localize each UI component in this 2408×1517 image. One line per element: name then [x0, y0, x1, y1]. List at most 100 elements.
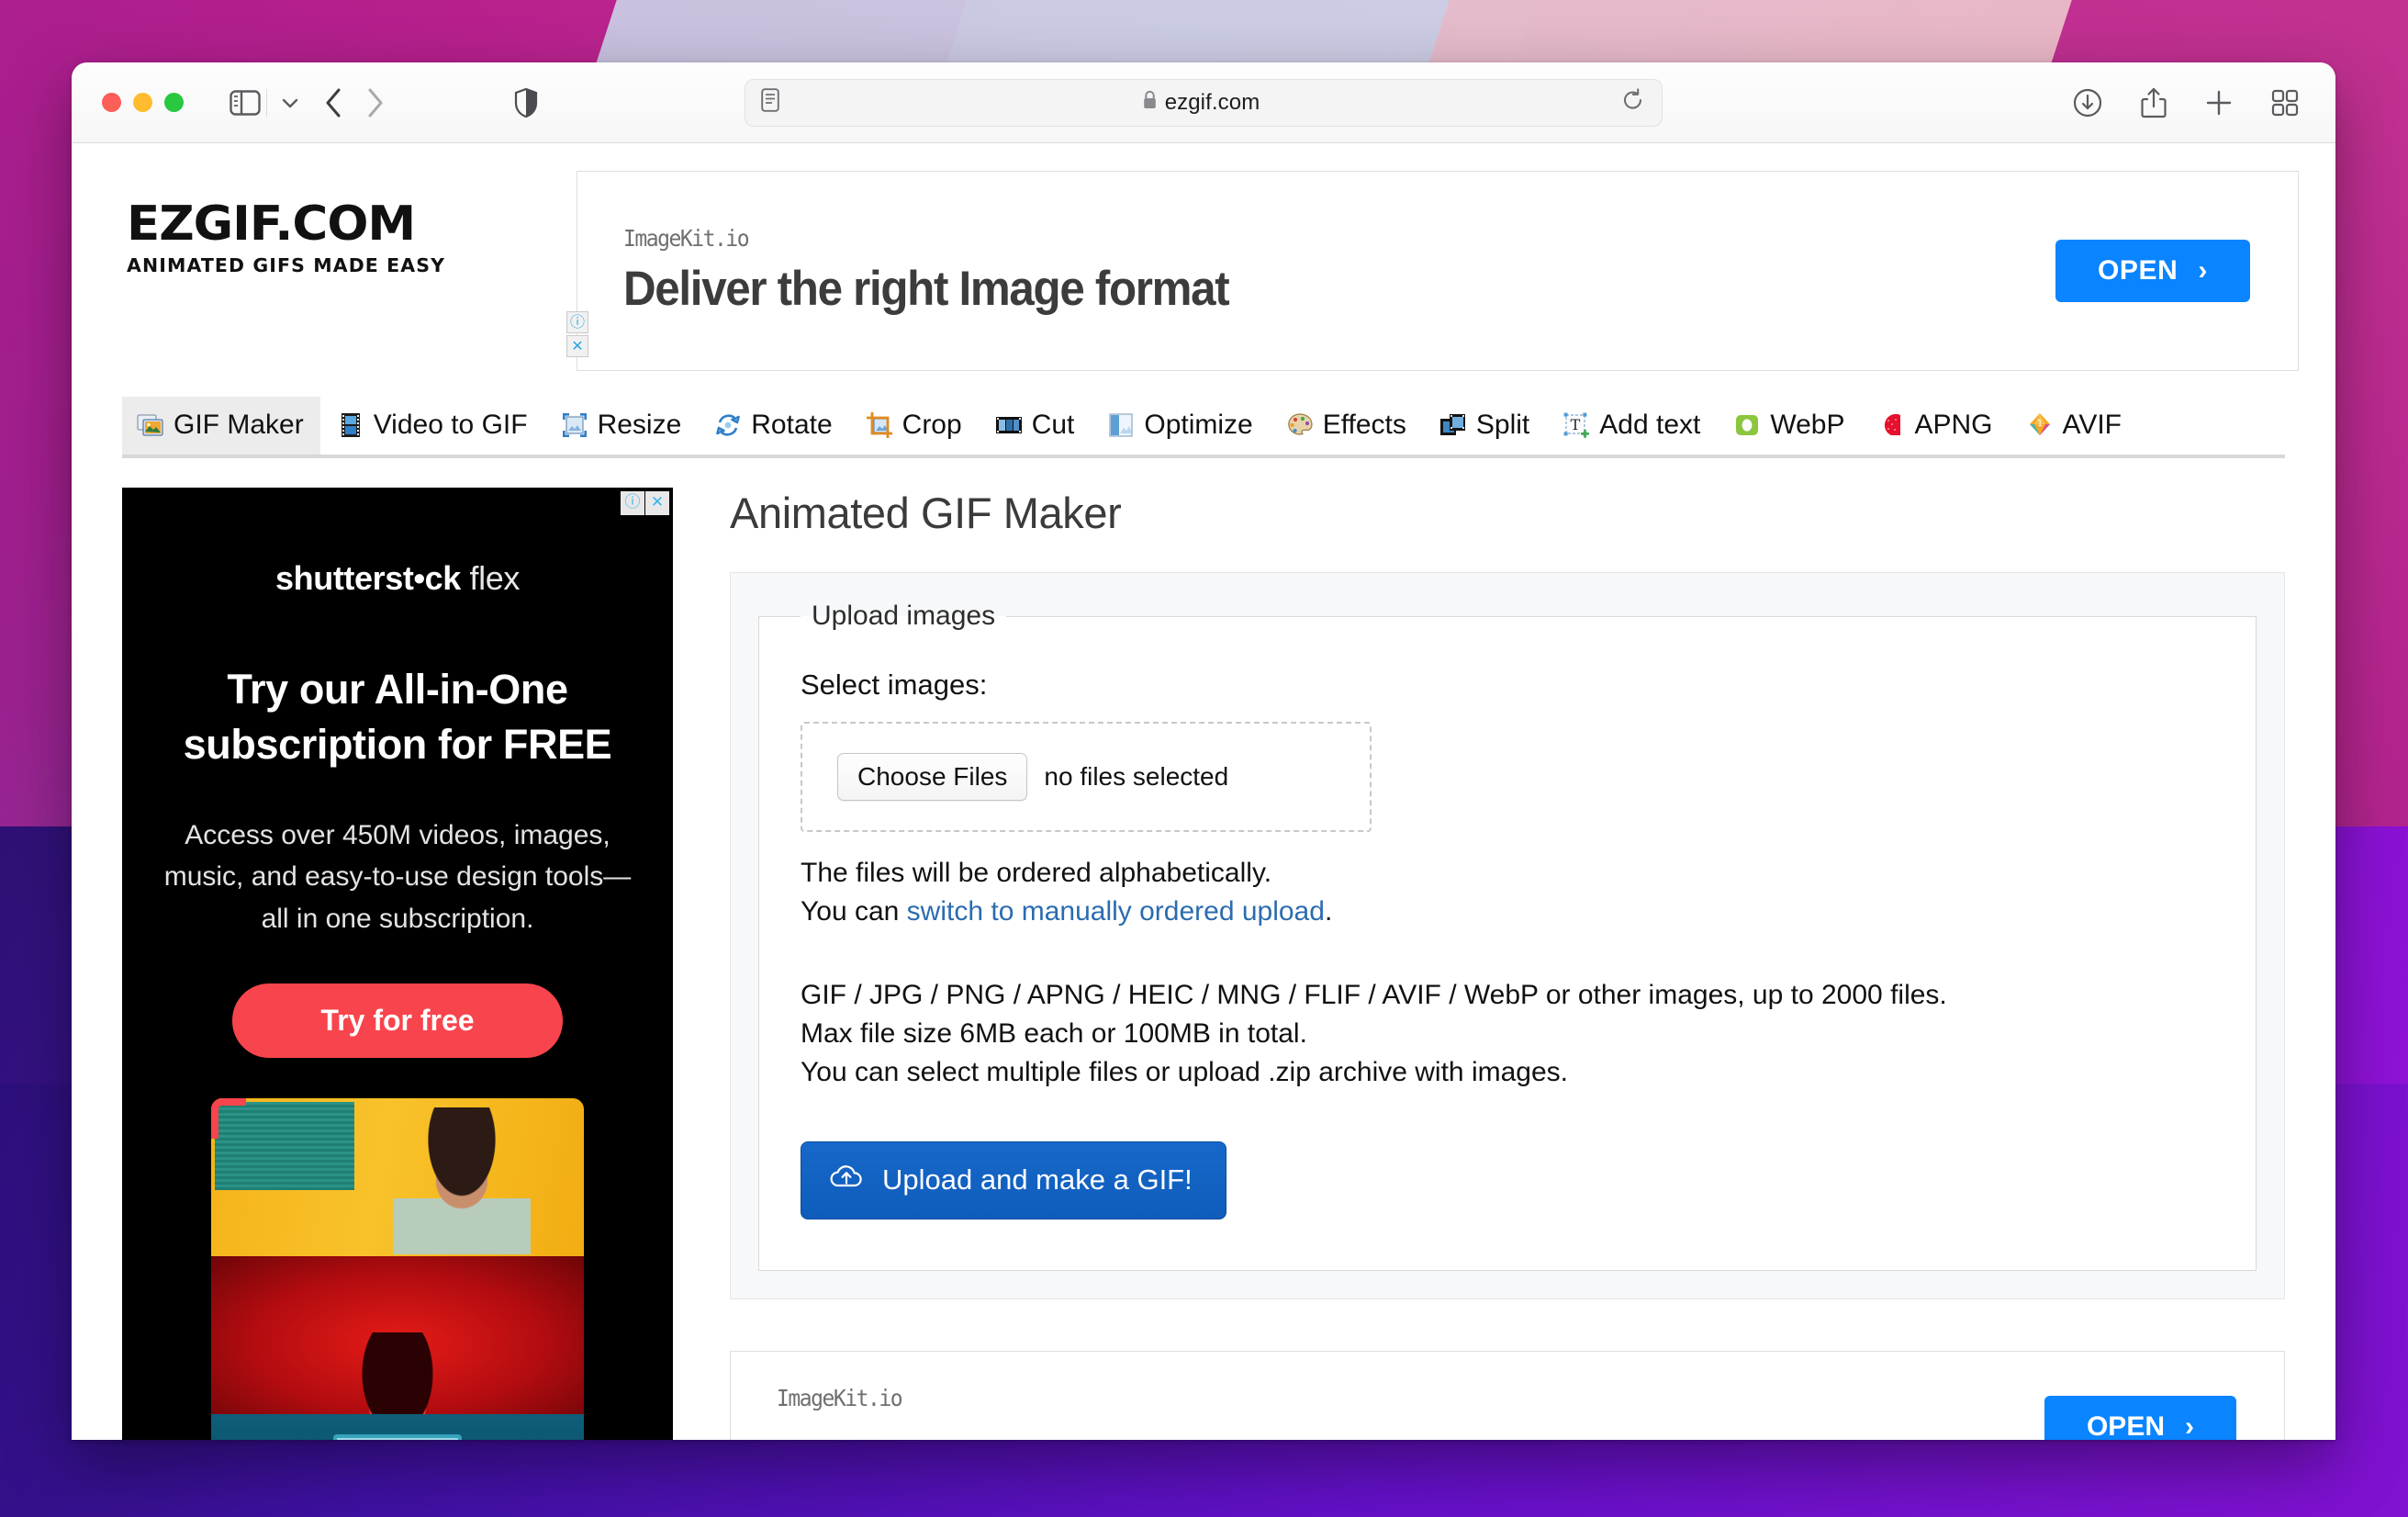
manual-order-link[interactable]: switch to manually ordered upload: [907, 896, 1325, 927]
tab-cut[interactable]: Cut: [980, 397, 1092, 455]
tab-webp[interactable]: WebP: [1719, 397, 1861, 455]
bottom-ad-text: ImageKit.io: [731, 1352, 2044, 1411]
sidebar-ad[interactable]: ⓘ ✕ shutterst•ck flex Try our All-in-One…: [122, 488, 673, 1440]
forward-arrow-icon[interactable]: [365, 87, 386, 118]
tab-label: Crop: [902, 410, 962, 440]
sidebar-ad-brand-primary: shutterst•ck: [275, 559, 461, 597]
toolbar-divider: [266, 88, 267, 117]
tab-avif[interactable]: 1 AVIF: [2011, 397, 2138, 455]
tab-split[interactable]: Split: [1425, 397, 1546, 455]
sidebar-ad-brand-secondary: flex: [469, 559, 521, 597]
tab-optimize[interactable]: Optimize: [1092, 397, 1269, 455]
downloads-icon[interactable]: [2073, 88, 2102, 118]
close-window-button[interactable]: [102, 93, 121, 112]
upload-legend: Upload images: [812, 601, 996, 631]
ordering-prefix: You can: [801, 896, 907, 927]
svg-text:T: T: [1571, 416, 1581, 433]
apng-icon: [1878, 411, 1906, 439]
optimize-icon: [1107, 411, 1135, 439]
bottom-ad-banner[interactable]: ImageKit.io OPEN ›: [730, 1351, 2285, 1440]
ad-info-icon[interactable]: ⓘ: [566, 311, 588, 333]
ad-choices-badges: ⓘ ✕: [566, 311, 588, 357]
site-logo[interactable]: EZGIF.COM ANIMATED GIFS MADE EASY: [127, 171, 577, 276]
collage-panel-yellow: [211, 1098, 584, 1257]
choose-files-button[interactable]: Choose Files: [837, 753, 1028, 801]
cloud-upload-icon: [829, 1163, 864, 1197]
window-controls: [102, 93, 184, 112]
sidebar-toggle-icon[interactable]: [230, 89, 261, 116]
sidebar-ad-cta-button[interactable]: Try for free: [232, 983, 563, 1059]
tab-apng[interactable]: APNG: [1864, 397, 2010, 455]
ad-close-icon[interactable]: ✕: [566, 335, 588, 357]
chevron-right-icon: ›: [2185, 1411, 2194, 1440]
gif-maker-icon: [137, 411, 164, 439]
reader-view-icon[interactable]: [761, 88, 779, 117]
privacy-shield-icon[interactable]: [514, 87, 538, 118]
split-icon: [1439, 411, 1467, 439]
rotate-icon: [714, 411, 742, 439]
format-info: GIF / JPG / PNG / APNG / HEIC / MNG / FL…: [801, 976, 2214, 1093]
toolbar-actions: [2073, 87, 2299, 118]
ad-close-icon[interactable]: ✕: [645, 491, 669, 515]
add-text-icon: T: [1562, 411, 1590, 439]
tab-overview-icon[interactable]: [2271, 89, 2299, 117]
bottom-ad-brand: ImageKit.io: [777, 1385, 903, 1412]
logo-tagline: ANIMATED GIFS MADE EASY: [127, 254, 446, 276]
lock-icon: [1142, 90, 1158, 115]
sidebar-ad-body: Access over 450M videos, images, music, …: [163, 819, 632, 934]
tab-rotate[interactable]: Rotate: [700, 397, 848, 455]
top-ad-banner[interactable]: ⓘ ✕ ImageKit.io Deliver the right Image …: [566, 171, 2299, 371]
ordering-info: The files will be ordered alphabetically…: [801, 854, 2214, 932]
desktop-background: ezgif.com EZGIF.COM ANIMATED GIFS MADE E…: [0, 0, 2408, 1517]
tab-label: Cut: [1031, 410, 1075, 440]
webp-icon: [1733, 411, 1761, 439]
ordering-suffix: .: [1324, 896, 1333, 927]
upload-submit-button[interactable]: Upload and make a GIF!: [801, 1141, 1226, 1220]
top-ad-open-button[interactable]: OPEN ›: [2055, 240, 2250, 302]
sidebar-ad-brand: shutterst•ck flex: [122, 559, 673, 598]
bottom-ad-open-button[interactable]: OPEN ›: [2044, 1396, 2236, 1440]
url-text: ezgif.com: [1164, 89, 1260, 115]
collage-screen-image: [333, 1434, 462, 1440]
tab-video-to-gif[interactable]: Video to GIF: [322, 397, 544, 455]
share-icon[interactable]: [2141, 87, 2167, 118]
ordering-line-1: The files will be ordered alphabetically…: [801, 858, 1272, 888]
tab-crop[interactable]: Crop: [851, 397, 979, 455]
bottom-ad-open-label: OPEN: [2086, 1411, 2165, 1440]
top-ad-text: ImageKit.io Deliver the right Image form…: [577, 225, 2055, 317]
tab-label: Effects: [1322, 410, 1406, 440]
ad-choices-badges: ⓘ ✕: [621, 491, 669, 515]
effects-icon: [1286, 411, 1314, 439]
url-display[interactable]: ezgif.com: [779, 90, 1622, 116]
ad-info-icon[interactable]: ⓘ: [621, 491, 644, 515]
resize-icon: [561, 411, 588, 439]
back-arrow-icon[interactable]: [323, 87, 343, 118]
reload-icon[interactable]: [1622, 88, 1644, 117]
sidebar-ad-headline-line1: Try our All-in-One: [227, 666, 568, 713]
maximize-window-button[interactable]: [164, 93, 184, 112]
sidebar-ad-headline-line2: subscription for FREE: [183, 720, 612, 768]
upload-fieldset: Upload images Select images: Choose File…: [758, 601, 2257, 1272]
page-title: Animated GIF Maker: [730, 489, 1122, 537]
tab-label: Resize: [597, 410, 682, 440]
tool-navigation-bar: GIF Maker Video to GIF Resize Rotate Cro…: [122, 397, 2285, 458]
plus-icon[interactable]: [2205, 89, 2233, 117]
ordering-line-2: You can switch to manually ordered uploa…: [801, 893, 2214, 931]
tab-effects[interactable]: Effects: [1271, 397, 1423, 455]
tab-gif-maker[interactable]: GIF Maker: [122, 397, 320, 455]
svg-text:1: 1: [2036, 419, 2042, 429]
site-header: EZGIF.COM ANIMATED GIFS MADE EASY ⓘ ✕ Im…: [72, 143, 2335, 371]
tab-resize[interactable]: Resize: [546, 397, 699, 455]
tab-add-text[interactable]: T Add text: [1548, 397, 1717, 455]
safari-browser-window: ezgif.com EZGIF.COM ANIMATED GIFS MADE E…: [72, 62, 2335, 1440]
cut-icon: [995, 411, 1023, 439]
multiple-files-line: You can select multiple files or upload …: [801, 1057, 1568, 1088]
chevron-right-icon: ›: [2198, 255, 2208, 286]
minimize-window-button[interactable]: [133, 93, 152, 112]
chevron-down-icon[interactable]: [281, 96, 299, 109]
tab-label: Optimize: [1144, 410, 1253, 440]
address-bar[interactable]: ezgif.com: [745, 78, 1663, 127]
tab-label: Split: [1475, 410, 1530, 440]
file-drop-zone[interactable]: Choose Files no files selected: [801, 722, 1372, 832]
main-content: ⓘ ✕ shutterst•ck flex Try our All-in-One…: [72, 458, 2335, 1440]
